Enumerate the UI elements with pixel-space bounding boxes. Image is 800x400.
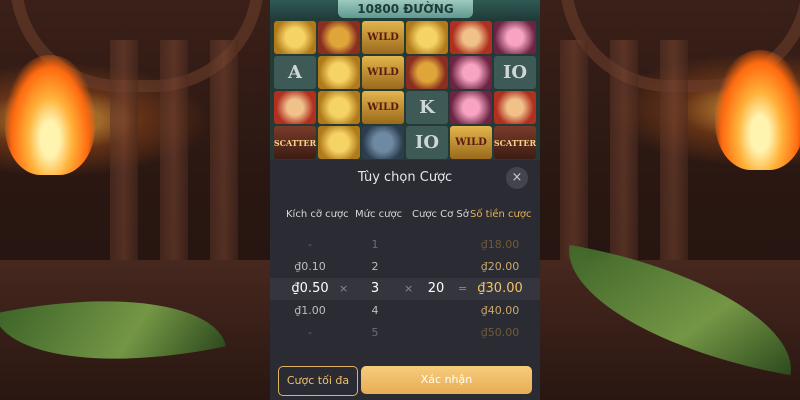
bet-size-value: ₫1.00 xyxy=(294,304,326,317)
bet-level-value: 2 xyxy=(371,260,379,273)
symbol-gold-mask xyxy=(318,91,360,124)
symbol-flower xyxy=(450,91,492,124)
equals-operator: = xyxy=(458,282,468,295)
bet-size-value: ₫0.50 xyxy=(291,281,329,296)
panel-title: Tùy chọn Cược xyxy=(357,170,453,185)
bet-level-value: 5 xyxy=(371,326,379,339)
bet-row-selected[interactable]: ₫0.50 × 3 × 20 = ₫30.00 xyxy=(270,278,540,300)
column-header-base-bet: Cược Cơ Sở xyxy=(412,209,469,220)
slot-reels: 10800 ĐƯỜNG WILD A WILD IO WILD K SCATTE… xyxy=(270,0,540,160)
bet-size-value: ₫0.10 xyxy=(294,260,326,273)
bet-options-panel: Tùy chọn Cược × Kích cỡ cược Mức cược Cư… xyxy=(270,160,540,400)
bet-row[interactable]: ₫0.10 2 ₫20.00 xyxy=(270,256,540,278)
symbol-gold-mask xyxy=(406,21,448,54)
symbol-wild: WILD xyxy=(362,91,404,124)
bet-amount-value: ₫40.00 xyxy=(480,304,520,317)
symbol-mask xyxy=(318,21,360,54)
torch-fire-right xyxy=(715,50,800,170)
torch-fire-left xyxy=(5,55,95,175)
symbol-letter: IO xyxy=(494,56,536,89)
ways-banner: 10800 ĐƯỜNG xyxy=(338,0,473,18)
bet-amount-value: ₫50.00 xyxy=(480,326,520,339)
symbol-wild: WILD xyxy=(450,126,492,159)
symbol-lady xyxy=(274,91,316,124)
confirm-button[interactable]: Xác nhận xyxy=(361,366,532,394)
symbol-grid: WILD A WILD IO WILD K SCATTER IO WILD SC… xyxy=(273,20,537,160)
wall-plank xyxy=(210,40,238,260)
bet-level-value: 1 xyxy=(371,238,379,251)
wall-plank xyxy=(110,40,138,260)
symbol-gold-mask xyxy=(274,21,316,54)
wall-plank xyxy=(660,40,688,260)
bet-level-value: 3 xyxy=(370,281,380,296)
symbol-stone-coin xyxy=(362,126,404,159)
base-bet-value: 20 xyxy=(427,281,445,296)
symbol-scatter: SCATTER xyxy=(274,126,316,159)
symbol-wild: WILD xyxy=(362,21,404,54)
multiply-operator: × xyxy=(339,282,349,295)
symbol-wild: WILD xyxy=(362,56,404,89)
bet-row[interactable]: - 1 ₫18.00 xyxy=(270,234,540,256)
column-header-bet-level: Mức cược xyxy=(355,209,403,220)
wall-plank xyxy=(160,40,188,260)
symbol-letter: K xyxy=(406,91,448,124)
bet-row[interactable]: ₫1.00 4 ₫40.00 xyxy=(270,300,540,322)
bet-size-value: - xyxy=(308,238,312,251)
wall-plank xyxy=(560,40,588,260)
wall-plank xyxy=(610,40,638,260)
bet-amount-value: ₫30.00 xyxy=(477,281,523,296)
multiply-operator: × xyxy=(404,282,414,295)
bet-amount-value: ₫18.00 xyxy=(480,238,520,251)
max-bet-button[interactable]: Cược tối đa xyxy=(278,366,358,396)
bet-amount-value: ₫20.00 xyxy=(480,260,520,273)
symbol-gold-mask xyxy=(318,56,360,89)
symbol-gold-mask xyxy=(318,126,360,159)
symbol-letter: IO xyxy=(406,126,448,159)
symbol-lady xyxy=(494,91,536,124)
bet-size-value: - xyxy=(308,326,312,339)
symbol-flower xyxy=(450,56,492,89)
symbol-flower xyxy=(494,21,536,54)
close-icon[interactable]: × xyxy=(506,167,528,189)
bet-wheel[interactable]: - 1 ₫18.00 ₫0.10 2 ₫20.00 ₫0.50 × 3 × 20… xyxy=(270,234,540,344)
symbol-letter: A xyxy=(274,56,316,89)
column-header-bet-amount: Số tiền cược xyxy=(470,209,532,220)
symbol-lady xyxy=(450,21,492,54)
symbol-scatter: SCATTER xyxy=(494,126,536,159)
column-header-bet-size: Kích cỡ cược xyxy=(286,209,349,220)
symbol-mask xyxy=(406,56,448,89)
bet-row[interactable]: - 5 ₫50.00 xyxy=(270,322,540,344)
bet-level-value: 4 xyxy=(371,304,379,317)
